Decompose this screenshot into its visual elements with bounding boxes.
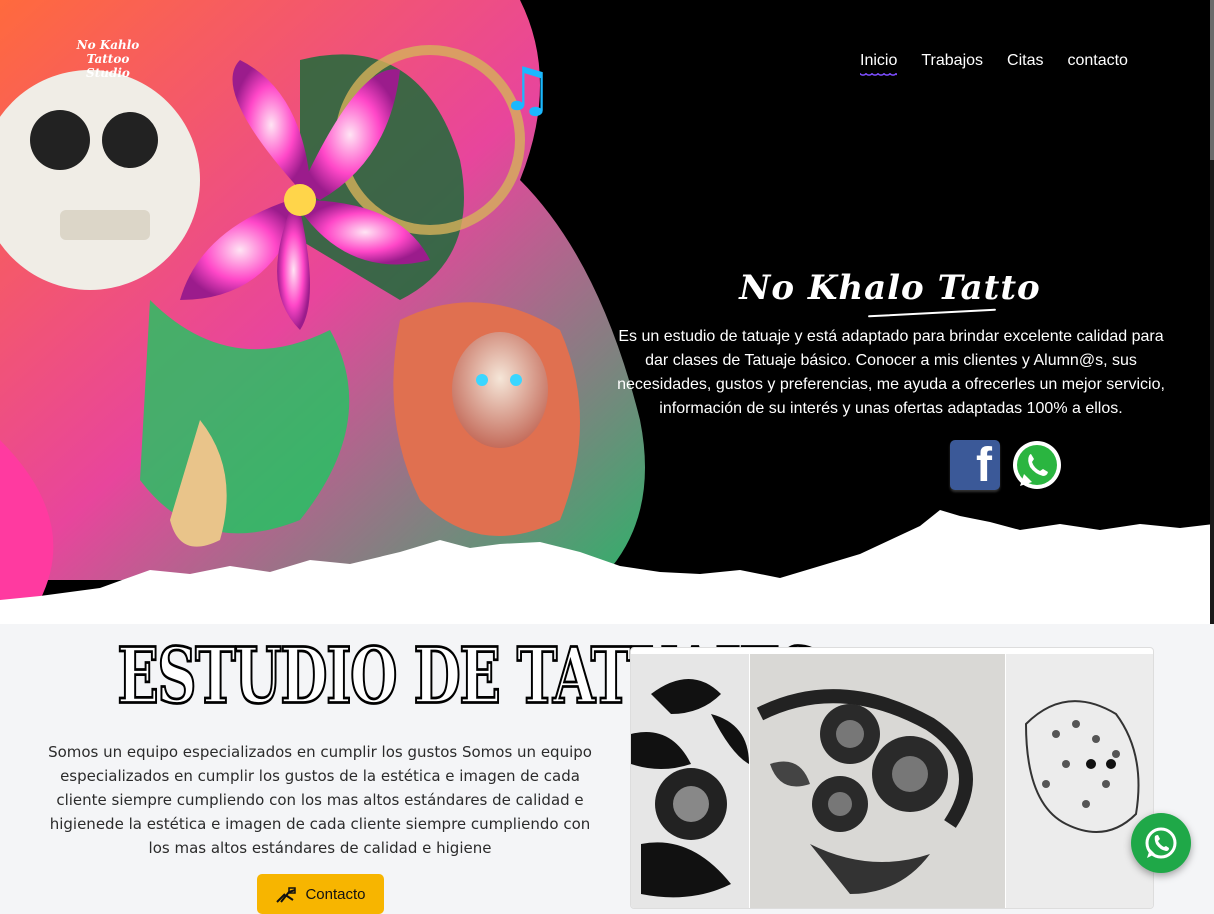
tattoo-gallery-image (630, 647, 1154, 909)
main-nav: Inicio Trabajos Citas contacto (848, 48, 1140, 84)
gallery-panel-snake-roses (750, 654, 1005, 908)
svg-text:♫: ♫ (500, 55, 554, 125)
logo-line: No Kahlo (76, 38, 140, 52)
nav-item-inicio[interactable]: Inicio (848, 48, 909, 84)
floating-whatsapp-button[interactable] (1131, 813, 1191, 873)
gallery-panel-floral (631, 654, 749, 908)
whatsapp-icon (1013, 441, 1061, 489)
facebook-icon[interactable]: f (950, 440, 1000, 490)
studio-description: Somos un equipo especializados en cumpli… (48, 743, 592, 857)
tattoo-machine-icon (276, 887, 297, 903)
contact-button-label: Contacto (305, 886, 366, 903)
nav-item-citas[interactable]: Citas (995, 48, 1055, 84)
studio-title: ESTUDIO DE TATUAJES (116, 629, 819, 723)
nav-item-contacto[interactable]: contacto (1055, 48, 1139, 84)
contact-button[interactable]: Contacto (257, 874, 384, 914)
scrollbar-thumb[interactable] (1210, 0, 1214, 160)
whatsapp-icon (1145, 827, 1177, 859)
brand-title: No Khalo Tatto (739, 268, 1041, 308)
studio-logo[interactable]: No Kahlo Tattoo Studio (62, 38, 154, 98)
gallery-panel-leopard (1006, 654, 1153, 908)
logo-line: Studio (86, 66, 130, 80)
logo-line: Tattoo (86, 52, 130, 66)
hero-section: ♫ No Kahlo Tattoo Studio Inicio Trabajos… (0, 0, 1214, 624)
nav-item-trabajos[interactable]: Trabajos (909, 48, 995, 84)
brand-underline (868, 308, 996, 318)
hero-description: Es un estudio de tatuaje y está adaptado… (617, 328, 1165, 417)
torn-paper-divider (0, 510, 1214, 624)
facebook-letter: f (976, 439, 992, 492)
scrollbar-track[interactable] (1210, 0, 1214, 624)
